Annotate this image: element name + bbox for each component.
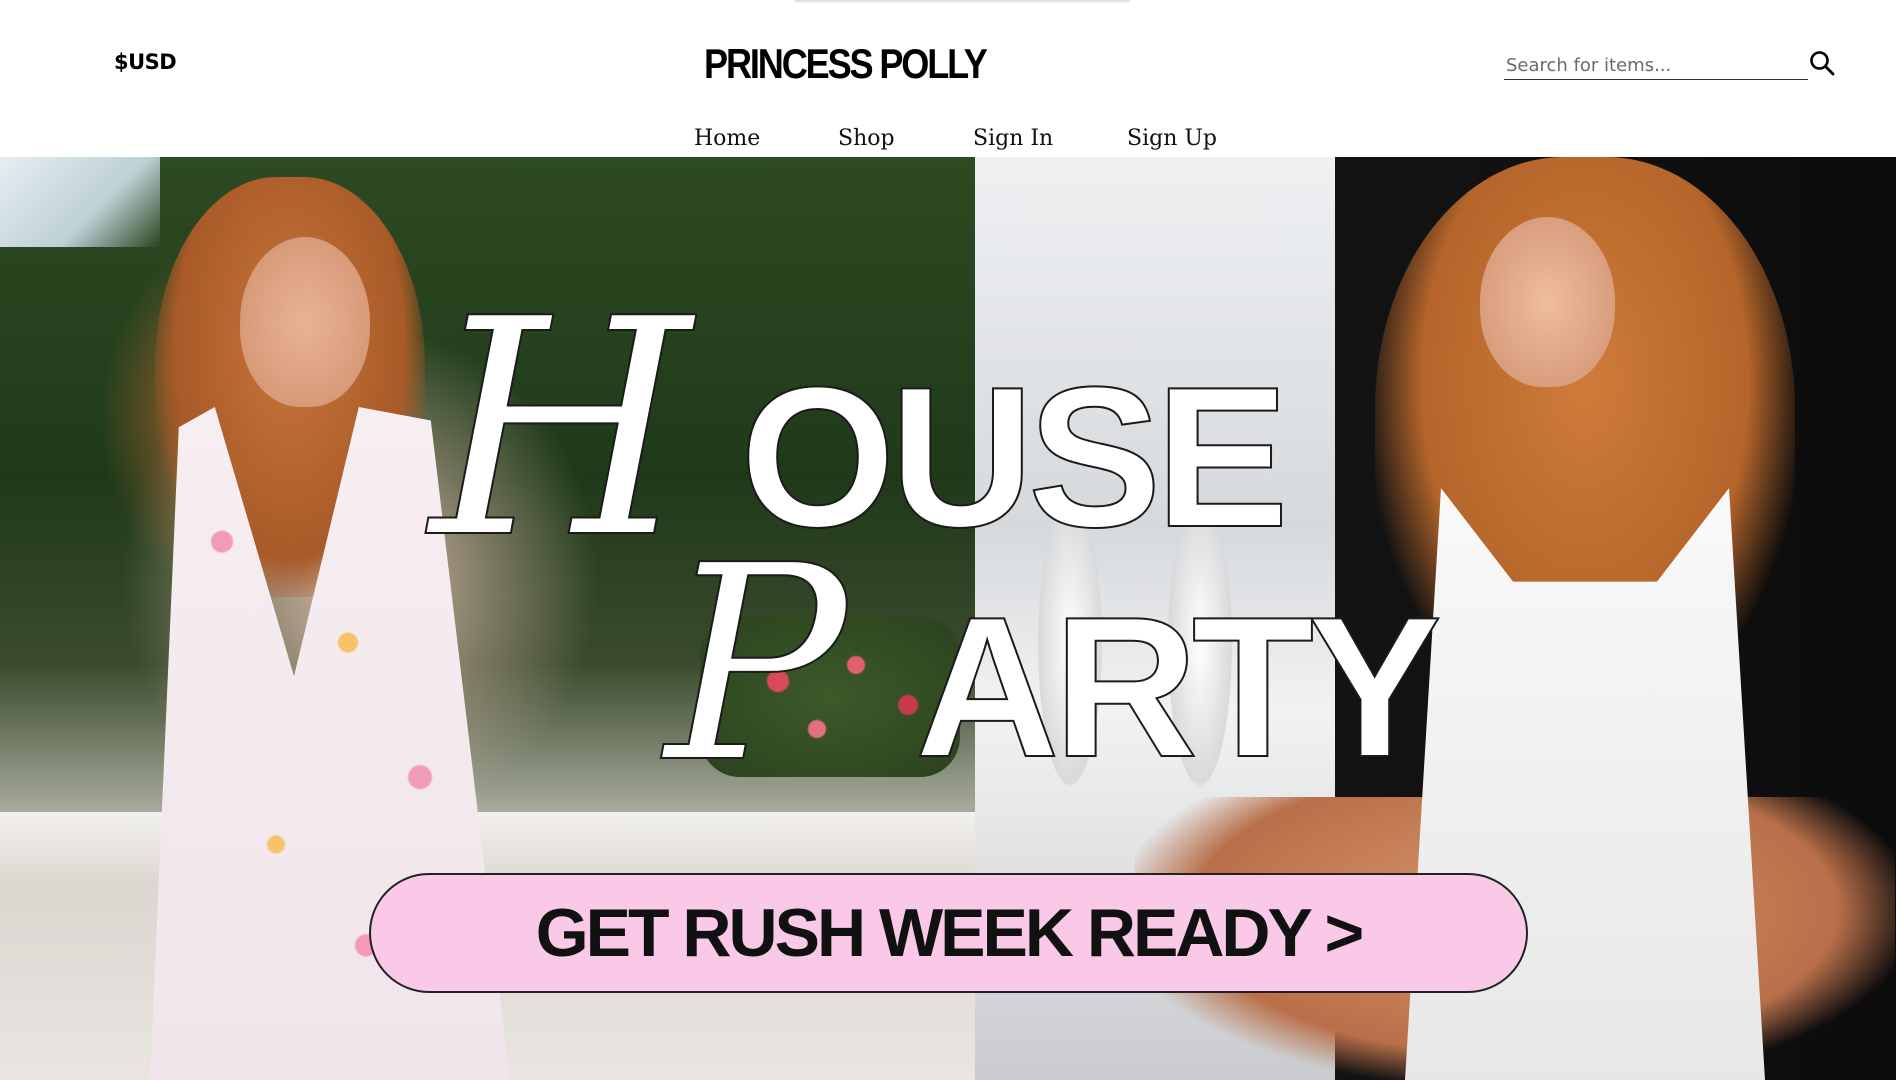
brand-logo[interactable]: PRINCESS POLLY <box>704 40 988 88</box>
search-icon[interactable] <box>1809 50 1835 76</box>
cta-label: GET RUSH WEEK READY > <box>535 895 1365 971</box>
nav-item-sign-up[interactable]: Sign Up <box>1127 126 1217 151</box>
top-shadow-divider <box>795 0 1130 4</box>
search-bar <box>1504 48 1808 80</box>
nav-item-shop[interactable]: Shop <box>838 126 895 151</box>
currency-selector[interactable]: $USD <box>114 50 177 74</box>
nav-item-sign-in[interactable]: Sign In <box>973 126 1053 151</box>
main-nav: Home Shop Sign In Sign Up <box>0 126 1896 156</box>
rush-week-cta-button[interactable]: GET RUSH WEEK READY > <box>369 873 1528 993</box>
search-input[interactable] <box>1504 48 1808 79</box>
nav-item-home[interactable]: Home <box>694 126 760 151</box>
